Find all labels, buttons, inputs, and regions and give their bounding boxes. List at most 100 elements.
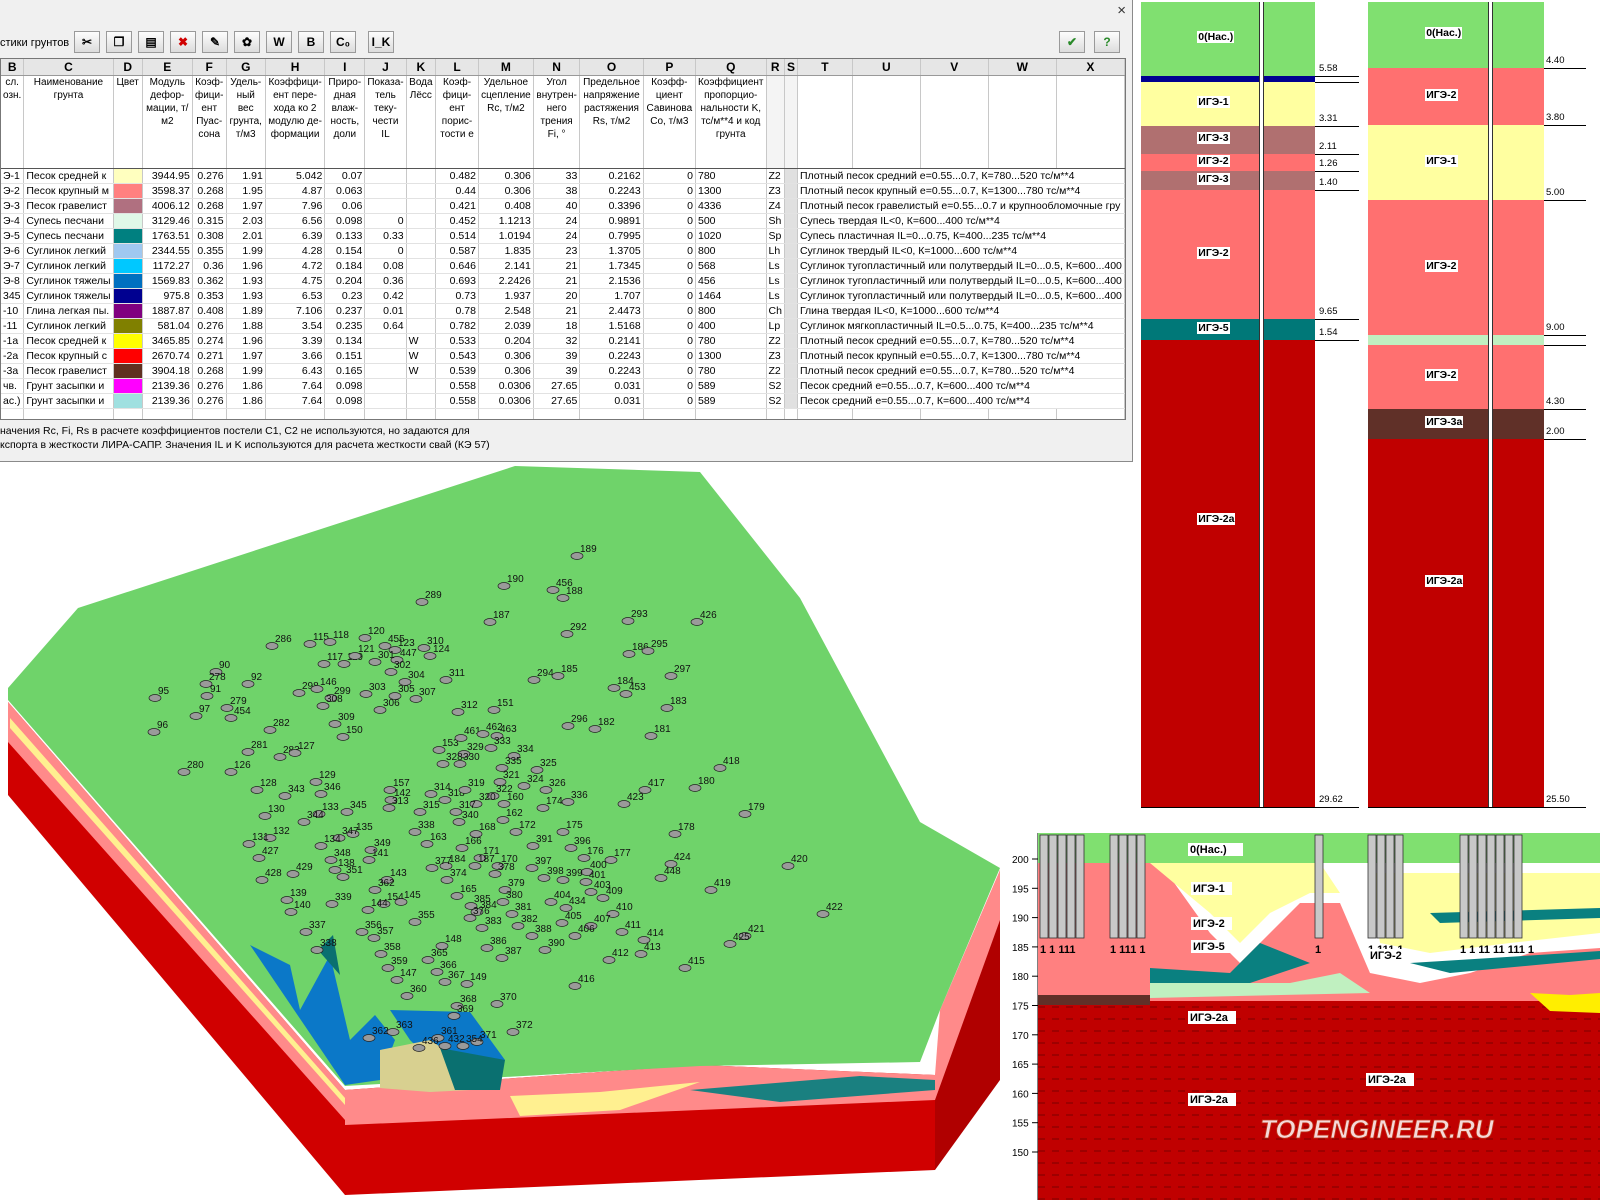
column-header-C[interactable]: Наименование грунта [23,75,114,169]
empty-cell[interactable] [406,408,437,419]
table-row[interactable]: Э-1 Песок средней к 3944.95 0.276 1.91 5.042 0… [1,168,1125,184]
cell-K[interactable] [406,183,437,199]
pile[interactable] [1075,834,1085,939]
cell-I[interactable]: 0.07 [324,168,366,184]
cell-P[interactable]: 0 [643,273,696,289]
cell-J[interactable] [364,393,407,409]
cell-N[interactable]: 18 [533,318,581,334]
cell-R[interactable]: Z4 [766,198,785,214]
pile[interactable] [1057,834,1067,939]
pile[interactable] [1136,834,1146,939]
cell-O[interactable]: 0.3396 [579,198,644,214]
cell-name[interactable]: Суглинок легкий [23,243,114,259]
cell-F[interactable]: 0.308 [192,228,227,244]
empty-cell[interactable] [265,408,326,419]
empty-cell[interactable] [579,408,644,419]
column-header-G[interactable]: Удель-ный вес грунта, т/м3 [226,75,266,169]
pile[interactable] [1314,834,1324,939]
column-letter[interactable]: X [1056,59,1125,76]
cell-name[interactable]: Суглинок тяжелы [23,288,114,304]
cell-P[interactable]: 0 [643,198,696,214]
cell-O[interactable]: 0.2243 [579,348,644,364]
cell-id[interactable]: Э-5 [1,228,25,244]
cell-id[interactable]: -1а [1,333,25,349]
color-swatch[interactable] [113,258,143,274]
column-letter[interactable]: O [579,59,644,76]
cell-R[interactable]: Sp [766,228,785,244]
cell-M[interactable]: 0.204 [478,333,534,349]
cell-E[interactable]: 1887.87 [142,303,193,319]
cell-J[interactable] [364,348,407,364]
borehole-2[interactable]: 0(Нас.) 4.40 ИГЭ-2 3.80 ИГЭ-1 5.00 ИГЭ-2 9.00 ИГ… [1368,2,1600,828]
pile[interactable] [1367,834,1377,939]
empty-cell[interactable] [364,408,407,419]
cell-H[interactable]: 6.43 [265,363,326,379]
cell-N[interactable]: 21 [533,303,581,319]
cell-O[interactable]: 0.2141 [579,333,644,349]
cell-J[interactable]: 0.33 [364,228,407,244]
cell-H[interactable]: 7.64 [265,378,326,394]
table-row[interactable]: -3а Песок гравелист 3904.18 0.268 1.99 6.43 0.… [1,363,1125,379]
column-letter[interactable]: E [142,59,193,76]
paste-icon[interactable]: ▤ [138,31,164,53]
cell-H[interactable]: 6.39 [265,228,326,244]
cell-F[interactable]: 0.276 [192,168,227,184]
cell-E[interactable]: 2139.36 [142,378,193,394]
pile[interactable] [1468,834,1478,939]
column-letter[interactable]: U [852,59,921,76]
color-swatch[interactable] [113,303,143,319]
cell-id[interactable]: Э-3 [1,198,25,214]
color-swatch[interactable] [113,348,143,364]
table-row[interactable]: Э-4 Супесь песчани 3129.46 0.315 2.03 6.56 0.0… [1,213,1125,229]
cell-K[interactable] [406,198,437,214]
column-header-P[interactable]: Коэфф-циент Савинова Co, т/м3 [643,75,696,169]
table-row[interactable]: Э-6 Суглинок легкий 2344.55 0.355 1.99 4.28 0.… [1,243,1125,259]
cell-description[interactable]: Плотный песок средний е=0.55...0.7, К=78… [797,168,1125,184]
cell-F[interactable]: 0.268 [192,183,227,199]
cell-F[interactable]: 0.355 [192,243,227,259]
cell-K[interactable] [406,168,437,184]
cell-description[interactable]: Супесь пластичная IL=0...0.75, К=400...2… [797,228,1125,244]
cell-I[interactable]: 0.235 [324,318,366,334]
cell-H[interactable]: 5.042 [265,168,326,184]
empty-cell[interactable] [784,408,798,419]
cell-R[interactable]: Ls [766,258,785,274]
cell-N[interactable]: 21 [533,273,581,289]
cell-id[interactable]: Э-2 [1,183,25,199]
color-swatch[interactable] [113,243,143,259]
cell-J[interactable]: 0.42 [364,288,407,304]
empty-cell[interactable] [797,408,853,419]
cell-H[interactable]: 7.106 [265,303,326,319]
cell-J[interactable]: 0.01 [364,303,407,319]
color-swatch[interactable] [113,333,143,349]
cell-E[interactable]: 581.04 [142,318,193,334]
cell-id[interactable]: -2а [1,348,25,364]
cell-description[interactable]: Песок средний е=0.55...0.7, К=600...400 … [797,378,1125,394]
color-swatch[interactable] [113,318,143,334]
cell-Q[interactable]: 1300 [695,348,767,364]
column-letter[interactable]: R [766,59,785,76]
cell-R[interactable]: Z2 [766,333,785,349]
column-letter[interactable]: J [364,59,407,76]
cell-J[interactable]: 0.64 [364,318,407,334]
table-row[interactable]: Э-2 Песок крупный м 3598.37 0.268 1.95 4.87 0.… [1,183,1125,199]
cell-E[interactable]: 2139.36 [142,393,193,409]
cell-id[interactable]: Э-1 [1,168,25,184]
cell-I[interactable]: 0.06 [324,198,366,214]
geological-section[interactable]: 200 195 190 185 180 175 170 165 160 155 150 1 1 11… [1010,833,1600,1200]
cell-N[interactable]: 20 [533,288,581,304]
cell-K[interactable] [406,318,437,334]
cell-F[interactable]: 0.362 [192,273,227,289]
table-row[interactable]: ас.) Грунт засыпки и 2139.36 0.276 1.86 7.64 0… [1,393,1125,409]
cell-I[interactable]: 0.154 [324,243,366,259]
c0-icon[interactable]: C₀ [330,31,356,53]
cell-H[interactable]: 7.64 [265,393,326,409]
cell-G[interactable]: 1.93 [226,273,266,289]
cell-H[interactable]: 4.87 [265,183,326,199]
cell-G[interactable]: 1.95 [226,183,266,199]
cell-G[interactable]: 1.88 [226,318,266,334]
cell-Q[interactable]: 780 [695,333,767,349]
cell-I[interactable]: 0.151 [324,348,366,364]
cell-P[interactable]: 0 [643,258,696,274]
empty-cell[interactable] [478,408,534,419]
